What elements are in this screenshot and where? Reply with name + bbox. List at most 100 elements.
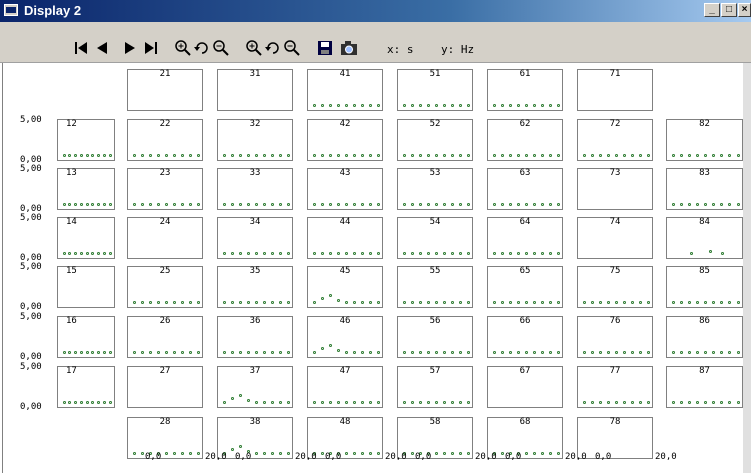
plot-cell[interactable]: 83 xyxy=(666,168,743,210)
plot-cell[interactable]: 31 xyxy=(217,69,293,111)
plot-cell[interactable]: 21 xyxy=(127,69,203,111)
plot-cell[interactable]: 67 xyxy=(487,366,563,408)
plot-cell[interactable]: 28 xyxy=(127,417,203,459)
plot-cell[interactable]: 78 xyxy=(577,417,653,459)
plot-cell[interactable]: 56 xyxy=(397,316,473,358)
plot-cell[interactable]: 46 xyxy=(307,316,383,358)
zoom-in-y-button[interactable] xyxy=(245,39,263,57)
zoom-out-y-button[interactable] xyxy=(283,39,301,57)
data-point xyxy=(418,203,422,206)
plot-cell[interactable]: 82 xyxy=(666,119,743,161)
data-point xyxy=(508,104,512,107)
data-point xyxy=(172,203,176,206)
next-frame-button[interactable] xyxy=(121,39,139,57)
last-frame-button[interactable] xyxy=(142,39,160,57)
plot-cell[interactable]: 33 xyxy=(217,168,293,210)
plot-cell[interactable]: 12 xyxy=(57,119,115,161)
data-point xyxy=(312,252,316,255)
plot-cell[interactable]: 14 xyxy=(57,217,115,259)
plot-cell[interactable]: 75 xyxy=(577,266,653,308)
plot-cell[interactable]: 74 xyxy=(577,217,653,259)
plot-cell[interactable]: 86 xyxy=(666,316,743,358)
plot-cell[interactable]: 48 xyxy=(307,417,383,459)
plot-cell[interactable]: 66 xyxy=(487,316,563,358)
data-point xyxy=(426,351,430,354)
plot-cell[interactable]: 16 xyxy=(57,316,115,358)
data-point xyxy=(196,154,200,157)
plot-cell[interactable]: 57 xyxy=(397,366,473,408)
plot-cell[interactable]: 24 xyxy=(127,217,203,259)
plot-cell[interactable]: 22 xyxy=(127,119,203,161)
plot-cell[interactable]: 73 xyxy=(577,168,653,210)
plot-cell[interactable]: 17 xyxy=(57,366,115,408)
data-point xyxy=(524,351,528,354)
minimize-button[interactable]: _ xyxy=(704,3,720,17)
plot-cell[interactable]: 42 xyxy=(307,119,383,161)
plot-cell[interactable]: 37 xyxy=(217,366,293,408)
data-point xyxy=(360,252,364,255)
plot-cell[interactable]: 25 xyxy=(127,266,203,308)
data-point xyxy=(156,154,160,157)
plot-cell[interactable]: 52 xyxy=(397,119,473,161)
plot-cell[interactable]: 77 xyxy=(577,366,653,408)
plot-cell[interactable]: 68 xyxy=(487,417,563,459)
plot-cell[interactable]: 65 xyxy=(487,266,563,308)
save-button[interactable] xyxy=(316,39,334,57)
data-point xyxy=(196,452,200,455)
plot-cell[interactable]: 47 xyxy=(307,366,383,408)
plot-cell[interactable]: 85 xyxy=(666,266,743,308)
plot-cell[interactable]: 58 xyxy=(397,417,473,459)
plot-cell[interactable]: 87 xyxy=(666,366,743,408)
plot-cell[interactable]: 26 xyxy=(127,316,203,358)
data-point xyxy=(687,203,691,206)
plot-cell[interactable]: 13 xyxy=(57,168,115,210)
plot-cell[interactable]: 15 xyxy=(57,266,115,308)
plot-cell[interactable]: 72 xyxy=(577,119,653,161)
plot-cell[interactable]: 23 xyxy=(127,168,203,210)
plot-cell[interactable]: 63 xyxy=(487,168,563,210)
plot-cell[interactable]: 45 xyxy=(307,266,383,308)
plot-cell[interactable]: 84 xyxy=(666,217,743,259)
reset-zoom-x-button[interactable] xyxy=(193,39,211,57)
plot-cell[interactable]: 44 xyxy=(307,217,383,259)
plot-cell[interactable]: 61 xyxy=(487,69,563,111)
data-point xyxy=(516,351,520,354)
zoom-out-x-button[interactable] xyxy=(212,39,230,57)
close-button[interactable]: × xyxy=(738,3,751,17)
plot-cell[interactable]: 38 xyxy=(217,417,293,459)
data-point xyxy=(344,301,348,304)
plot-cell[interactable]: 35 xyxy=(217,266,293,308)
title-bar[interactable]: Display 2 _ □ × xyxy=(0,0,751,22)
data-point xyxy=(695,203,699,206)
data-point xyxy=(328,104,332,107)
plot-cell[interactable]: 41 xyxy=(307,69,383,111)
plot-cell[interactable]: 36 xyxy=(217,316,293,358)
data-point xyxy=(320,401,324,404)
data-point xyxy=(712,154,716,157)
data-point xyxy=(418,301,422,304)
data-point xyxy=(238,203,242,206)
vertical-scrollbar[interactable] xyxy=(743,63,751,473)
previous-frame-button[interactable] xyxy=(93,39,111,57)
zoom-in-x-button[interactable] xyxy=(174,39,192,57)
data-point xyxy=(262,252,266,255)
plot-cell[interactable]: 55 xyxy=(397,266,473,308)
snapshot-button[interactable] xyxy=(340,39,358,57)
plot-cell[interactable]: 64 xyxy=(487,217,563,259)
plot-cell[interactable]: 43 xyxy=(307,168,383,210)
plot-cell[interactable]: 62 xyxy=(487,119,563,161)
plot-cell[interactable]: 53 xyxy=(397,168,473,210)
reset-zoom-y-button[interactable] xyxy=(264,39,282,57)
data-point xyxy=(646,301,650,304)
first-frame-button[interactable] xyxy=(72,39,90,57)
data-point xyxy=(434,401,438,404)
plot-cell[interactable]: 34 xyxy=(217,217,293,259)
plot-cell[interactable]: 32 xyxy=(217,119,293,161)
plot-cell[interactable]: 27 xyxy=(127,366,203,408)
plot-cell[interactable]: 54 xyxy=(397,217,473,259)
plot-cell[interactable]: 71 xyxy=(577,69,653,111)
data-point xyxy=(360,104,364,107)
maximize-button[interactable]: □ xyxy=(721,3,737,17)
plot-cell[interactable]: 76 xyxy=(577,316,653,358)
plot-cell[interactable]: 51 xyxy=(397,69,473,111)
